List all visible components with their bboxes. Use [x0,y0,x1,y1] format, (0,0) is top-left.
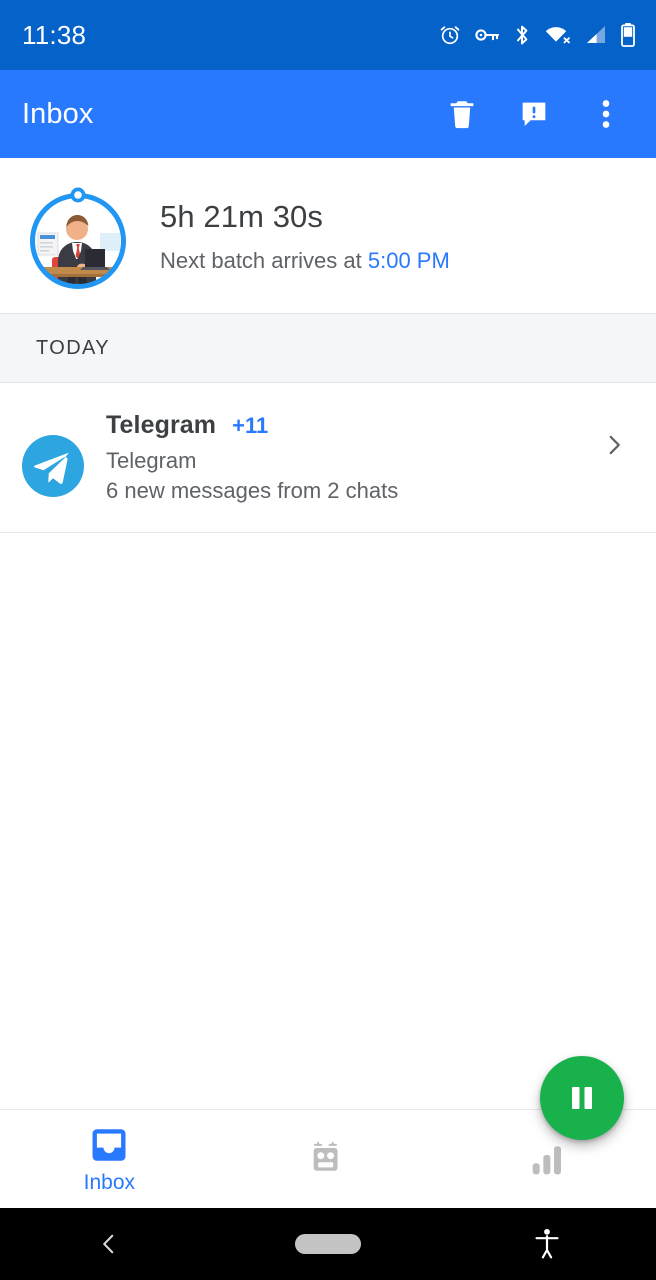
countdown-timer: 5h 21m 30s [160,198,323,234]
avatar [22,177,134,295]
batch-timer-card[interactable]: 5h 21m 30s Next batch arrives at 5:00 PM [0,158,656,313]
alarm-icon [438,23,462,47]
bluetooth-icon [512,23,532,47]
more-vert-icon [592,99,620,129]
delete-button[interactable] [426,78,498,150]
tab-inbox-label: Inbox [83,1171,136,1194]
pause-icon [567,1082,597,1114]
cellular-signal-icon [584,23,608,47]
chevron-right-icon[interactable] [594,425,634,465]
feedback-button[interactable] [498,78,570,150]
section-header-today: TODAY [0,313,656,383]
tab-bot[interactable] [219,1110,438,1208]
notification-row-telegram[interactable]: Telegram +11 Telegram 6 new messages fro… [0,383,656,533]
bar-chart-icon [527,1139,567,1179]
tab-stats[interactable] [437,1110,656,1208]
android-navigation-bar [0,1208,656,1280]
pause-fab[interactable] [540,1056,624,1140]
timer-text-block: 5h 21m 30s Next batch arrives at 5:00 PM [160,197,450,275]
status-bar-icons [438,22,636,48]
status-bar: 11:38 [0,0,656,70]
notification-count-badge: +11 [232,413,269,438]
notification-subtitle-summary: 6 new messages from 2 chats [106,478,399,503]
inbox-icon [87,1123,131,1167]
notification-app-title: Telegram [106,411,217,439]
feedback-icon [518,98,550,130]
status-bar-clock: 11:38 [22,19,87,50]
battery-icon [620,22,636,48]
vpn-key-icon [474,24,500,46]
tab-inbox[interactable]: Inbox [0,1110,219,1208]
overflow-menu-button[interactable] [570,78,642,150]
accessibility-button[interactable] [437,1208,656,1280]
back-button[interactable] [0,1208,219,1280]
home-button[interactable] [219,1208,438,1280]
accessibility-icon [532,1227,562,1261]
trash-icon [445,97,479,131]
notification-content: Telegram +11 Telegram 6 new messages fro… [106,409,594,506]
telegram-icon [22,435,84,497]
phone-screen: 11:38 Inbox 5h 21m 30s Next batch arrive… [0,0,656,1280]
notification-subtitle-app: Telegram [106,448,197,473]
notification-list: Telegram +11 Telegram 6 new messages fro… [0,383,656,1109]
next-batch-time: 5:00 PM [367,247,450,273]
page-title: Inbox [22,97,94,130]
next-batch-label: Next batch arrives at [160,247,368,273]
toolbar-actions [426,78,642,150]
robot-icon [306,1137,350,1181]
wifi-off-icon [544,23,572,47]
next-batch-info: Next batch arrives at 5:00 PM [160,247,450,275]
home-pill-icon [295,1234,361,1254]
section-header-label: TODAY [36,336,111,359]
app-toolbar: Inbox [0,70,656,158]
back-chevron-icon [96,1231,122,1257]
notification-title-row: Telegram +11 [106,411,594,440]
